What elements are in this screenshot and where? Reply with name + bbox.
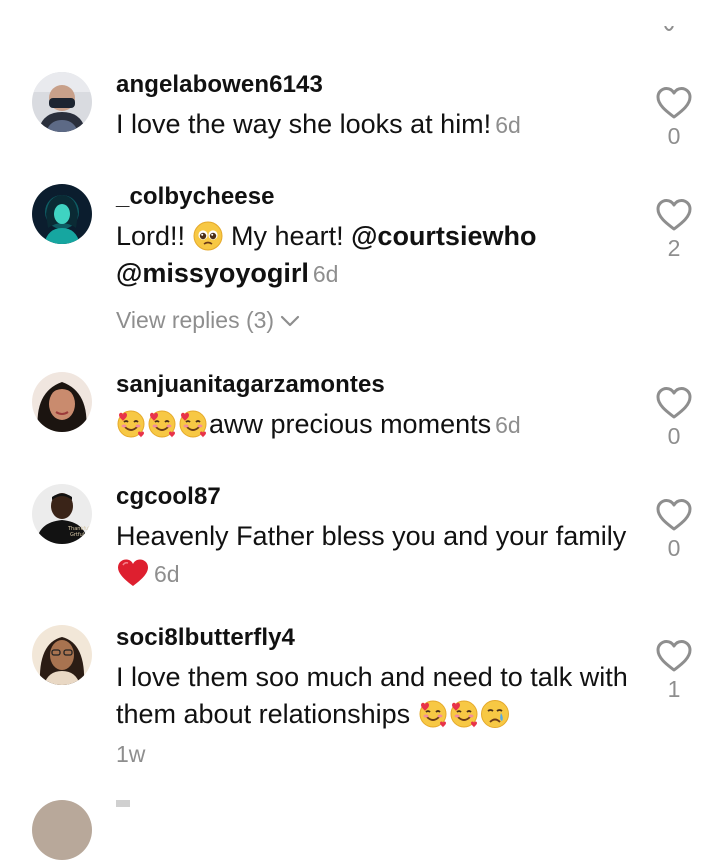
like-control: 2 — [652, 198, 696, 262]
comment-body: I love the way she looks at him! — [116, 109, 492, 139]
comment-body: aww precious moments — [209, 409, 492, 439]
like-control: 0 — [652, 498, 696, 562]
view-replies-label: View replies (3) — [116, 307, 275, 333]
smiling-face-with-hearts-icon — [418, 699, 448, 729]
comment-username[interactable]: angelabowen6143 — [116, 70, 636, 100]
like-count: 0 — [667, 423, 681, 449]
like-count: 2 — [667, 235, 681, 261]
heart-outline-icon[interactable] — [655, 86, 693, 120]
comment-text: I love the way she looks at him! 6d — [116, 106, 636, 144]
next-comment-avatar[interactable] — [32, 800, 92, 860]
like-control: 0 — [652, 86, 696, 150]
svg-text:Grtful: Grtful — [70, 532, 84, 538]
comment-text: Heavenly Father bless you and your famil… — [116, 518, 636, 593]
heart-outline-icon[interactable] — [655, 498, 693, 532]
comment-text: Lord!! My heart! @courtsiewho @missyoyog… — [116, 218, 636, 293]
like-control: 1 — [652, 639, 696, 703]
avatar[interactable] — [32, 372, 92, 432]
comment-time: 1w — [116, 741, 146, 767]
comment-body-2: My heart! — [223, 221, 352, 251]
comment-text: I love them soo much and need to talk wi… — [116, 659, 636, 733]
comment-username[interactable]: sanjuanitagarzamontes — [116, 370, 636, 400]
like-count: 1 — [667, 676, 681, 702]
smiling-face-with-hearts-icon — [449, 699, 479, 729]
avatar[interactable]: Thankful Grtful — [32, 484, 92, 544]
smiling-face-with-hearts-icon — [147, 409, 177, 439]
comment-username[interactable]: _colbycheese — [116, 182, 636, 212]
avatar[interactable] — [32, 625, 92, 685]
crying-face-icon — [480, 699, 510, 729]
comment-body: Heavenly Father bless you and your famil… — [116, 521, 627, 551]
comment-time: 6d — [312, 261, 339, 287]
smiling-face-with-hearts-icon — [116, 409, 146, 439]
red-heart-icon — [116, 558, 150, 588]
like-control: 0 — [652, 386, 696, 450]
mention-link[interactable]: @courtsiewho — [351, 221, 536, 251]
heart-outline-icon[interactable] — [655, 639, 693, 673]
comment-time: 6d — [495, 412, 521, 438]
like-count: 0 — [667, 123, 681, 149]
pleading-face-icon — [193, 221, 223, 251]
comment-time: 6d — [495, 112, 521, 138]
view-replies-button[interactable]: View replies (3) — [116, 307, 636, 334]
comment-username[interactable]: soci8lbutterfly4 — [116, 623, 636, 653]
heart-outline-icon[interactable] — [655, 198, 693, 232]
like-count: 0 — [667, 535, 681, 561]
heart-outline-icon[interactable] — [655, 386, 693, 420]
previous-like-count-fragment — [662, 26, 676, 36]
comment-text: aww precious moments 6d — [116, 406, 636, 444]
avatar[interactable] — [32, 184, 92, 244]
smiling-face-with-hearts-icon — [178, 409, 208, 439]
comment-body: I love them soo much and need to talk wi… — [116, 662, 628, 729]
mention-link[interactable]: @missyoyogirl — [116, 258, 309, 288]
next-comment-username-fragment — [116, 800, 130, 807]
comment-time: 6d — [154, 561, 180, 587]
comment-username[interactable]: cgcool87 — [116, 482, 636, 512]
avatar[interactable] — [32, 72, 92, 132]
comment-body: Lord!! — [116, 221, 193, 251]
chevron-down-icon — [280, 315, 300, 326]
